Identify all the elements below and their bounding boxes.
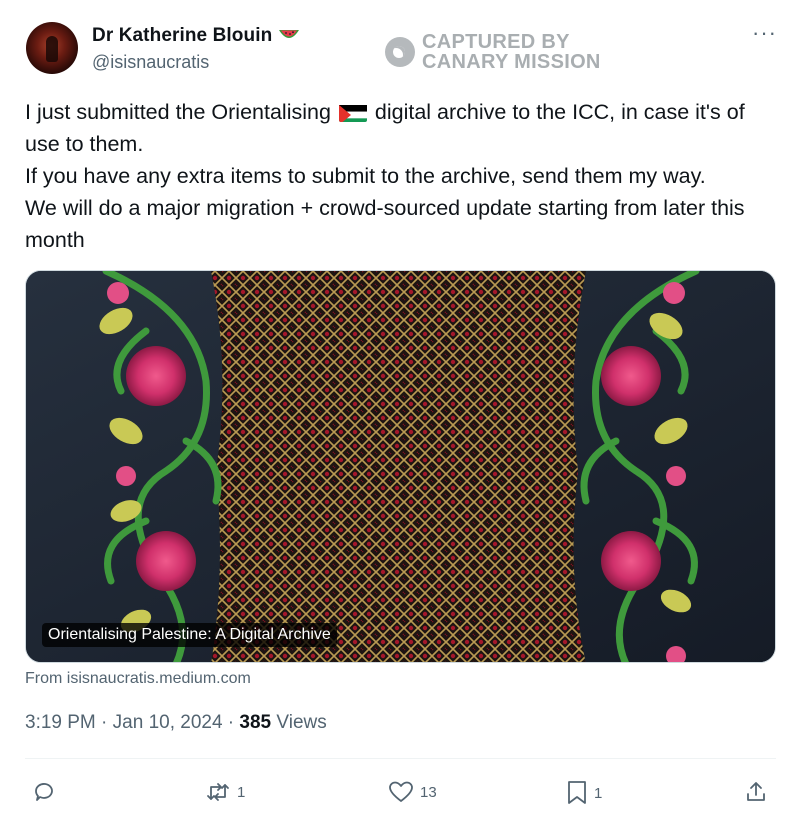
embroidery-image — [26, 271, 775, 662]
views-label: Views — [271, 712, 327, 733]
views-count: 385 — [239, 712, 272, 733]
media-caption[interactable]: Orientalising Palestine: A Digital Archi… — [42, 623, 337, 647]
bookmark-count: 1 — [594, 784, 603, 802]
action-bar: 1 13 1 — [0, 772, 800, 812]
tweet-text: I just submitted the Orientalising digit… — [25, 100, 745, 252]
repost-icon — [207, 783, 229, 801]
like-count: 13 — [420, 783, 437, 801]
watermark: CAPTURED BY CANARY MISSION — [385, 32, 601, 72]
media-image[interactable]: Orientalising Palestine: A Digital Archi… — [25, 270, 776, 663]
divider — [25, 758, 776, 759]
reply-button[interactable] — [32, 780, 62, 804]
canary-logo-icon — [385, 37, 415, 67]
tweet-time[interactable]: 3:19 PM — [25, 712, 96, 733]
share-icon — [747, 782, 765, 801]
bookmark-icon — [568, 781, 586, 804]
palestine-flag-icon — [338, 102, 367, 122]
author-name-row: Dr Katherine Blouin — [92, 25, 300, 47]
repost-button[interactable]: 1 — [205, 780, 245, 804]
watermark-text: CAPTURED BY CANARY MISSION — [422, 31, 601, 73]
tweet-meta: 3:19 PM · Jan 10, 2024 · 385 Views — [25, 712, 327, 733]
heart-icon — [389, 781, 413, 802]
share-button[interactable] — [744, 780, 768, 804]
author-handle[interactable]: @isisnaucratis — [92, 52, 209, 73]
author-name[interactable]: Dr Katherine Blouin — [92, 25, 272, 47]
like-button[interactable]: 13 — [388, 780, 437, 804]
ellipsis-icon[interactable]: ··· — [752, 22, 777, 44]
watermelon-emoji-icon — [279, 30, 300, 38]
tweet-date[interactable]: Jan 10, 2024 — [113, 712, 223, 733]
reply-icon — [35, 783, 53, 801]
avatar[interactable] — [26, 22, 78, 74]
tweet-card: Dr Katherine Blouin @isisnaucratis CAPTU… — [0, 0, 800, 828]
link-source[interactable]: From isisnaucratis.medium.com — [25, 670, 251, 688]
repost-count: 1 — [237, 783, 246, 801]
bookmark-button[interactable]: 1 — [566, 780, 602, 806]
